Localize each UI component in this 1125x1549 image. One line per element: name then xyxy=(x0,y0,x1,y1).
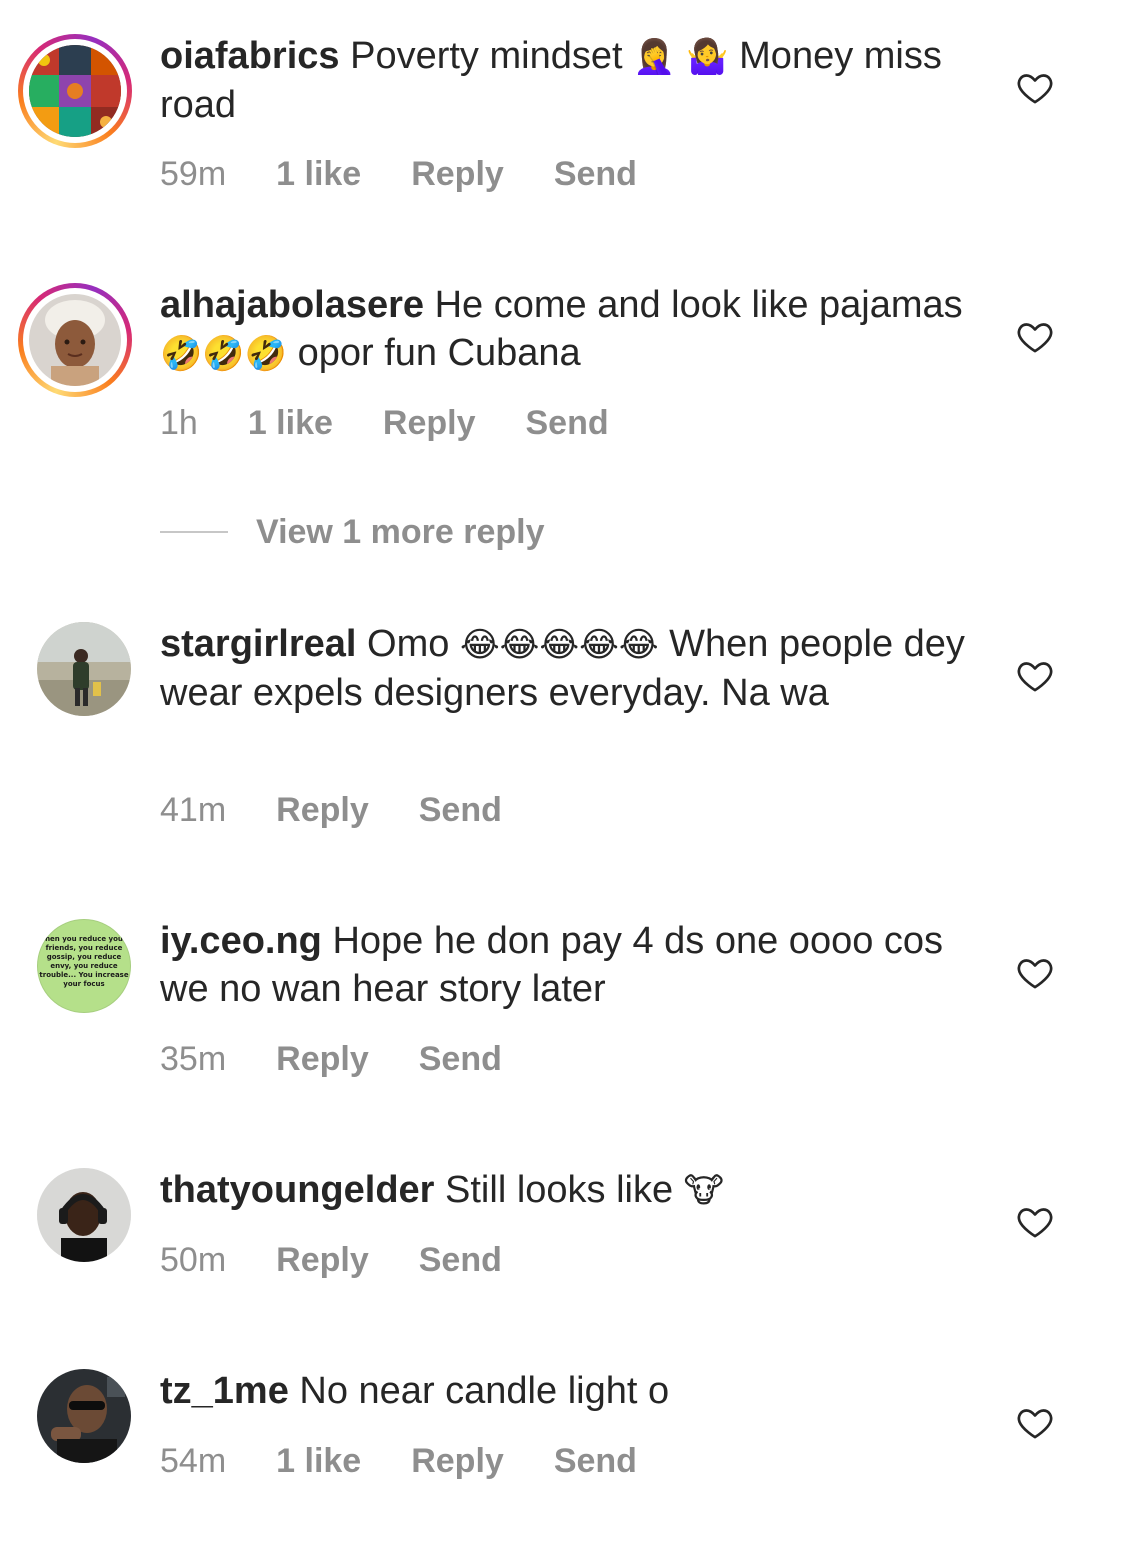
patchwork-fabric-avatar-icon xyxy=(29,45,121,137)
comment-text: thatyoungelder Still looks like 🐮 xyxy=(160,1166,980,1215)
comment-text: iy.ceo.ng Hope he don pay 4 ds one oooo … xyxy=(160,917,980,1013)
comment-text: alhajabolasere He come and look like paj… xyxy=(160,281,980,378)
heart-outline-icon[interactable] xyxy=(1015,1202,1055,1242)
comment-time: 1h xyxy=(160,404,198,442)
comment-username[interactable]: iy.ceo.ng xyxy=(160,920,322,962)
comment-text: stargirlreal Omo 😂😂😂😂😂 When people dey w… xyxy=(160,620,980,717)
comment-time: 35m xyxy=(160,1040,227,1078)
send-button[interactable]: Send xyxy=(419,1039,502,1079)
comment-meta: 1h 1 like Reply Send xyxy=(160,403,659,443)
comment-emoji: 😂😂😂😂😂 xyxy=(459,625,659,665)
comment-text-before: Omo xyxy=(367,623,450,665)
reply-button[interactable]: Reply xyxy=(276,1039,369,1079)
send-button[interactable]: Send xyxy=(419,790,502,830)
comment-time: 54m xyxy=(160,1442,227,1480)
comment-emoji: 🤣🤣🤣 xyxy=(160,334,288,374)
divider-line xyxy=(160,531,228,533)
avatar[interactable] xyxy=(29,294,121,386)
comment-likes[interactable]: 1 like xyxy=(276,154,361,194)
heart-outline-icon[interactable] xyxy=(1015,317,1055,357)
avatar-wrapper xyxy=(18,1350,132,1464)
comment-time: 59m xyxy=(160,155,227,193)
comment-text-before: He come and look like pajamas xyxy=(434,284,963,326)
comment-username[interactable]: stargirlreal xyxy=(160,623,356,665)
comment-time: 50m xyxy=(160,1241,227,1279)
comment-text-before: Still looks like xyxy=(445,1169,674,1211)
avatar-wrapper xyxy=(18,603,132,717)
avatar[interactable] xyxy=(37,1369,131,1463)
story-ring[interactable] xyxy=(18,34,132,148)
reply-button[interactable]: Reply xyxy=(383,403,476,443)
send-button[interactable]: Send xyxy=(554,154,637,194)
avatar[interactable] xyxy=(37,1168,131,1262)
comment-meta: 54m 1 like Reply Send xyxy=(160,1441,687,1481)
avatar-wrapper: hen you reduce you friends, you reduce g… xyxy=(18,900,132,1014)
avatar[interactable]: hen you reduce you friends, you reduce g… xyxy=(37,919,131,1013)
comment-text-before: No near candle light o xyxy=(299,1370,670,1412)
comment-likes[interactable]: 1 like xyxy=(276,1441,361,1481)
reply-button[interactable]: Reply xyxy=(276,790,369,830)
avatar[interactable] xyxy=(37,622,131,716)
avatar-note-text: hen you reduce you friends, you reduce g… xyxy=(39,935,129,988)
comment-username[interactable]: alhajabolasere xyxy=(160,284,424,326)
heart-outline-icon[interactable] xyxy=(1015,953,1055,993)
comment-text-after: opor fun Cubana xyxy=(297,332,581,374)
story-ring[interactable] xyxy=(18,283,132,397)
comment-meta: 50m Reply Send xyxy=(160,1240,552,1280)
comment-text-before: Poverty mindset xyxy=(350,35,623,77)
heart-outline-icon[interactable] xyxy=(1015,656,1055,696)
heart-outline-icon[interactable] xyxy=(1015,1403,1055,1443)
comment-emoji: 🐮 xyxy=(683,1171,724,1211)
comment-username[interactable]: tz_1me xyxy=(160,1370,289,1412)
woman-headwrap-avatar-icon xyxy=(29,294,121,386)
view-more-replies-label[interactable]: View 1 more reply xyxy=(256,513,545,552)
man-sunglasses-avatar-icon xyxy=(37,1369,131,1463)
avatar[interactable] xyxy=(29,45,121,137)
comment-text: tz_1me No near candle light o xyxy=(160,1367,980,1415)
heart-outline-icon[interactable] xyxy=(1015,68,1055,108)
comment-emoji: 🤦‍♀️ 🤷‍♀️ xyxy=(633,37,729,77)
view-more-replies[interactable]: View 1 more reply xyxy=(160,512,545,552)
comment-username[interactable]: thatyoungelder xyxy=(160,1169,434,1211)
send-button[interactable]: Send xyxy=(554,1441,637,1481)
person-outdoor-avatar-icon xyxy=(37,622,131,716)
comment-meta: 41m Reply Send xyxy=(160,790,552,830)
avatar-wrapper xyxy=(18,1149,132,1263)
comment-username[interactable]: oiafabrics xyxy=(160,35,340,77)
send-button[interactable]: Send xyxy=(526,403,609,443)
comment-meta: 59m 1 like Reply Send xyxy=(160,154,687,194)
reply-button[interactable]: Reply xyxy=(276,1240,369,1280)
reply-button[interactable]: Reply xyxy=(411,154,504,194)
comment-likes[interactable]: 1 like xyxy=(248,403,333,443)
send-button[interactable]: Send xyxy=(419,1240,502,1280)
reply-button[interactable]: Reply xyxy=(411,1441,504,1481)
comment-meta: 35m Reply Send xyxy=(160,1039,552,1079)
comment-text: oiafabrics Poverty mindset 🤦‍♀️ 🤷‍♀️ Mon… xyxy=(160,32,980,129)
comment-time: 41m xyxy=(160,791,227,829)
man-headphones-avatar-icon xyxy=(37,1168,131,1262)
